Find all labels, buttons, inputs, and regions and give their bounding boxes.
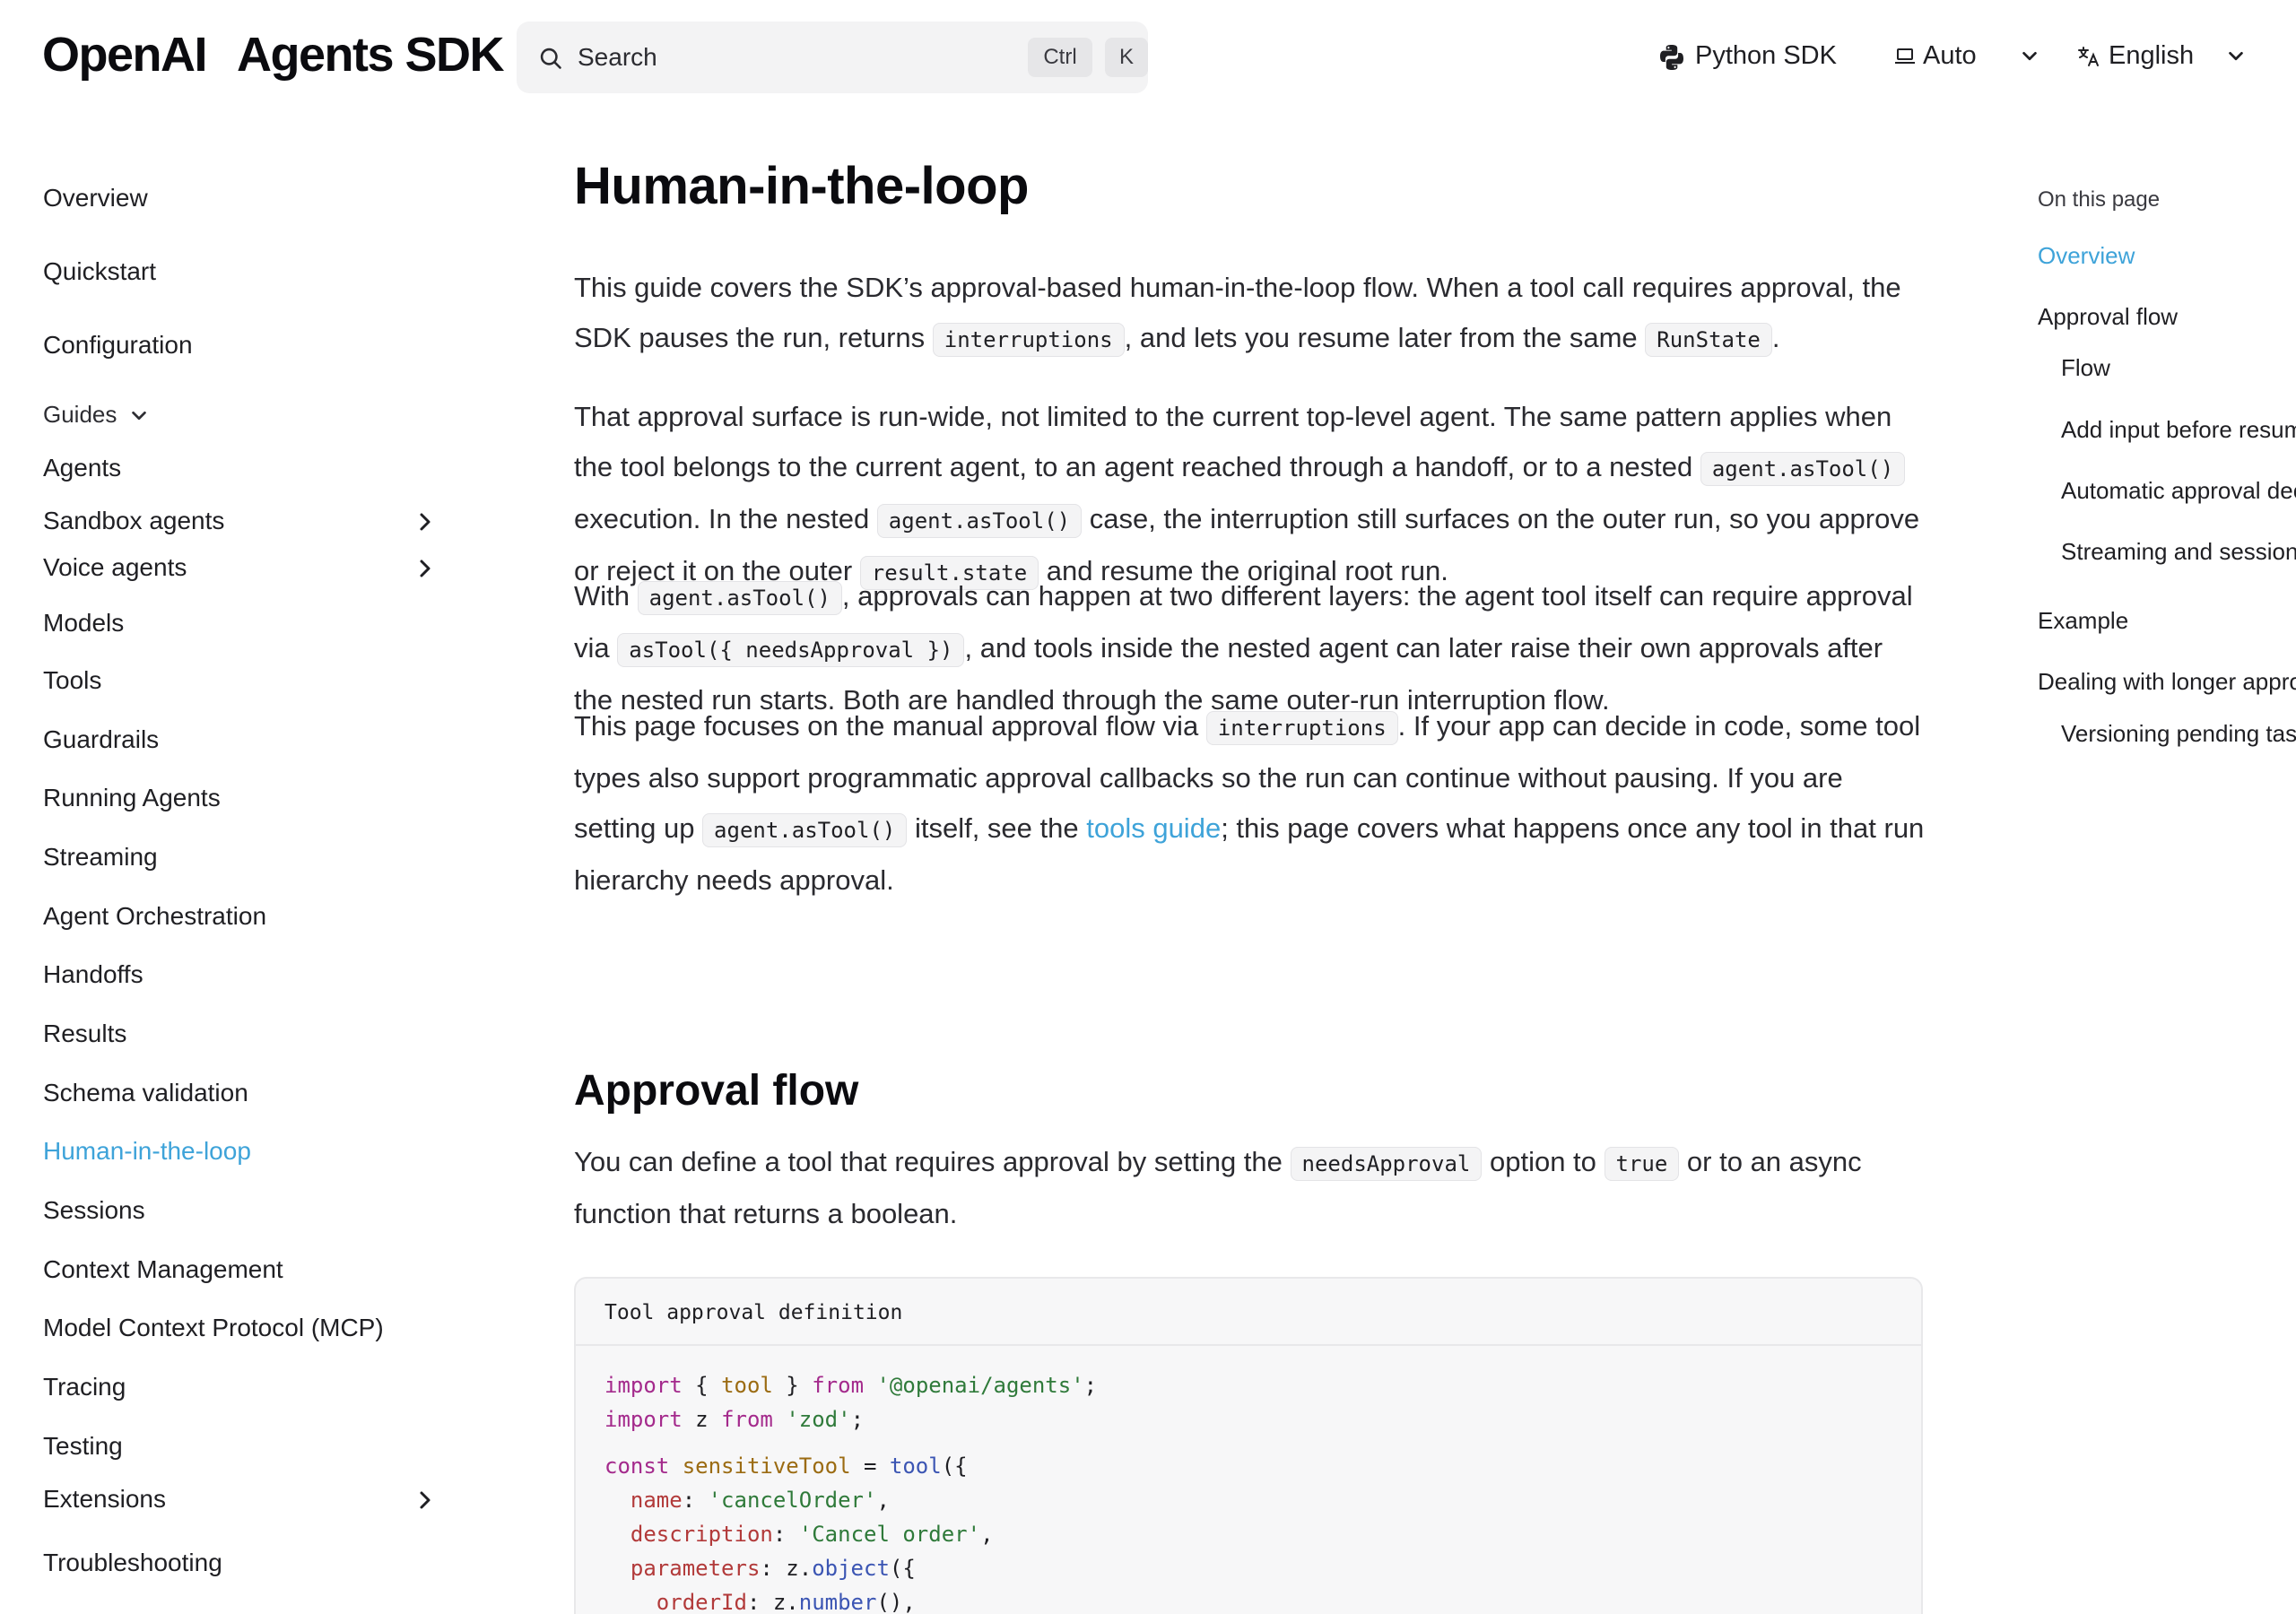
sidebar-item-context-management[interactable]: Context Management (43, 1252, 283, 1288)
toc-item-flow[interactable]: Flow (2061, 351, 2110, 384)
chevron-down-icon[interactable] (2020, 47, 2039, 66)
theme-label: Auto (1923, 41, 1977, 70)
sidebar-item-sessions[interactable]: Sessions (43, 1193, 145, 1228)
inline-code: agent.asTool() (637, 581, 842, 615)
toc-item-overview[interactable]: Overview (2038, 239, 2135, 272)
code-content[interactable]: import { tool } from '@openai/agents'; im… (604, 1368, 1097, 1614)
sidebar-item-schema-validation[interactable]: Schema validation (43, 1075, 248, 1111)
sidebar-item-tools[interactable]: Tools (43, 663, 101, 699)
sidebar-item-tracing[interactable]: Tracing (43, 1369, 126, 1405)
sidebar-item-testing[interactable]: Testing (43, 1428, 123, 1464)
python-icon (1660, 45, 1683, 70)
shortcut-ctrl-key: Ctrl (1028, 38, 1092, 77)
section-heading-approval-flow: Approval flow (574, 1067, 859, 1115)
theme-select[interactable]: Auto (1894, 36, 1977, 75)
inline-code: RunState (1645, 323, 1772, 357)
code-block[interactable]: Tool approval definition import { tool }… (574, 1277, 1923, 1614)
approval-flow-paragraph: You can define a tool that requires appr… (574, 1146, 1862, 1229)
chevron-right-icon[interactable] (414, 558, 436, 579)
code-line: description: 'Cancel order', (630, 1522, 994, 1547)
inline-code: agent.asTool() (1700, 452, 1906, 486)
toc-item-example[interactable]: Example (2038, 604, 2128, 637)
table-of-contents: On this page Overview Approval flow Flow… (2038, 112, 2296, 919)
code-line: import z from 'zod'; (604, 1407, 865, 1432)
inline-code: needsApproval (1290, 1147, 1483, 1181)
inline-code: interruptions (1205, 711, 1398, 745)
site-logo[interactable]: OpenAI Agents SDK (42, 27, 505, 82)
sidebar-item-mcp[interactable]: Model Context Protocol (MCP) (43, 1310, 384, 1346)
chevron-down-icon (131, 412, 146, 421)
toc-item-add-input[interactable]: Add input before resuming (2061, 413, 2296, 446)
top-header: OpenAI Agents SDK Search Ctrl K Python SD… (0, 0, 2296, 112)
sidebar-item-agents[interactable]: Agents (43, 450, 121, 486)
toc-item-automatic-approval[interactable]: Automatic approval decisions (2061, 474, 2296, 507)
toc-heading: On this page (2038, 187, 2161, 212)
sidebar-item-models[interactable]: Models (43, 605, 124, 641)
toc-item-versioning[interactable]: Versioning pending tasks (2061, 717, 2296, 750)
chevron-right-icon[interactable] (414, 511, 436, 533)
sidebar-item-voice-agents[interactable]: Voice agents (43, 550, 187, 586)
sidebar-item-overview[interactable]: Overview (43, 180, 148, 216)
sidebar-item-sandbox-agents[interactable]: Sandbox agents (43, 503, 224, 539)
code-line: orderId: z.number(), (656, 1590, 916, 1614)
shortcut-k-key: K (1105, 38, 1148, 77)
chevron-down-icon[interactable] (2226, 47, 2246, 66)
sidebar-nav: Overview Quickstart Configuration Guides… (0, 112, 466, 1614)
inline-code: interruptions (932, 323, 1125, 357)
inline-code: true (1604, 1147, 1680, 1181)
sidebar-group-label: Guides (43, 401, 117, 428)
toc-item-longer-approval[interactable]: Dealing with longer approval times (2038, 665, 2296, 698)
sidebar-item-configuration[interactable]: Configuration (43, 327, 193, 363)
sidebar-item-extensions[interactable]: Extensions (43, 1481, 166, 1517)
focus-paragraph: This page focuses on the manual approval… (574, 710, 1925, 896)
sidebar-item-human-in-the-loop[interactable]: Human-in-the-loop (43, 1133, 251, 1169)
logo-brand: OpenAI (42, 28, 208, 82)
intro-paragraph: This guide covers the SDK’s approval-bas… (574, 263, 1928, 365)
laptop-icon (1895, 48, 1915, 64)
translate-icon (2078, 47, 2099, 66)
sidebar-item-running-agents[interactable]: Running Agents (43, 780, 221, 816)
sidebar-group-guides[interactable]: Guides (43, 396, 149, 432)
code-block-title: Tool approval definition (604, 1301, 903, 1324)
sidebar-item-quickstart[interactable]: Quickstart (43, 254, 156, 290)
language-label: English (2109, 41, 2195, 70)
code-block-divider (576, 1344, 1921, 1346)
sidebar-item-guardrails[interactable]: Guardrails (43, 722, 159, 758)
search-input[interactable]: Search Ctrl K (517, 22, 1148, 93)
search-icon (540, 48, 561, 69)
language-select[interactable]: English (2076, 36, 2194, 75)
sidebar-item-troubleshooting[interactable]: Troubleshooting (43, 1545, 222, 1581)
search-placeholder: Search (578, 43, 657, 71)
sidebar-item-streaming[interactable]: Streaming (43, 839, 158, 875)
code-line: name: 'cancelOrder', (630, 1488, 890, 1513)
toc-item-approval-flow[interactable]: Approval flow (2038, 300, 2178, 333)
toc-item-streaming-sessions[interactable]: Streaming and sessions (2061, 535, 2296, 568)
inline-code: asTool({ needsApproval }) (617, 633, 965, 667)
code-line: parameters: z.object({ (630, 1556, 916, 1581)
sidebar-item-handoffs[interactable]: Handoffs (43, 957, 144, 993)
page-title: Human-in-the-loop (574, 157, 1029, 215)
sidebar-item-results[interactable]: Results (43, 1016, 126, 1052)
python-sdk-label: Python SDK (1695, 41, 1837, 70)
scope-paragraph: That approval surface is run-wide, not l… (574, 392, 1928, 598)
python-sdk-link[interactable]: Python SDK (1657, 36, 1837, 75)
logo-product: Agents SDK (237, 28, 505, 82)
sidebar-item-agent-orchestration[interactable]: Agent Orchestration (43, 898, 266, 934)
tools-guide-link[interactable]: tools guide (1086, 812, 1221, 844)
code-line: import { tool } from '@openai/agents'; (604, 1373, 1098, 1398)
chevron-right-icon[interactable] (414, 1489, 436, 1511)
code-line: const sensitiveTool = tool({ (604, 1453, 968, 1479)
inline-code: agent.asTool() (876, 504, 1083, 538)
inline-code: agent.asTool() (702, 813, 908, 847)
